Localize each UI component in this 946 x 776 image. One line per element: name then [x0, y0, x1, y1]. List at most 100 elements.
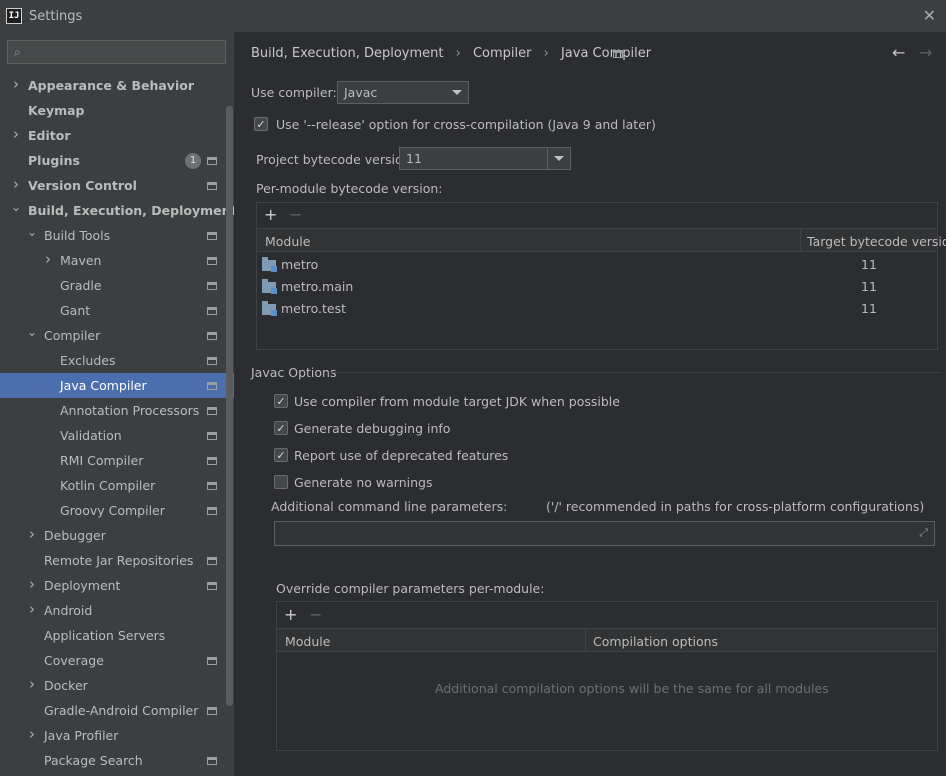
- column-header[interactable]: Module: [285, 634, 330, 649]
- sidebar-item[interactable]: ⌄ Compiler: [0, 323, 234, 348]
- sidebar-item[interactable]: Coverage: [0, 648, 234, 673]
- javac-option-checkbox[interactable]: ✓: [274, 394, 288, 408]
- column-header[interactable]: Target bytecode version: [807, 234, 946, 249]
- sidebar-item[interactable]: › Deployment: [0, 573, 234, 598]
- project-bytecode-select[interactable]: 11: [399, 147, 571, 170]
- chevron-down-icon[interactable]: ⌄: [11, 200, 21, 214]
- additional-params-label: Additional command line parameters:: [271, 499, 508, 514]
- breadcrumb: Build, Execution, Deployment › Compiler …: [251, 46, 651, 61]
- sidebar-item[interactable]: › Java Profiler: [0, 723, 234, 748]
- sidebar-item[interactable]: Java Compiler: [0, 373, 234, 398]
- search-input[interactable]: ⌕: [7, 40, 226, 64]
- breadcrumb-item[interactable]: Compiler: [473, 46, 532, 61]
- bytecode-version[interactable]: 11: [861, 301, 877, 316]
- sidebar-item[interactable]: › Debugger: [0, 523, 234, 548]
- chevron-down-icon[interactable]: ⌄: [27, 325, 37, 339]
- sidebar-item-label: Android: [44, 603, 93, 618]
- module-folder-icon: [262, 279, 277, 294]
- sidebar-item[interactable]: Gradle-Android Compiler: [0, 698, 234, 723]
- chevron-right-icon[interactable]: ›: [43, 250, 53, 268]
- project-level-icon: [207, 231, 217, 240]
- sidebar-item[interactable]: Validation: [0, 423, 234, 448]
- sidebar-item[interactable]: › Version Control: [0, 173, 234, 198]
- javac-option-checkbox[interactable]: ✓: [274, 448, 288, 462]
- sidebar-item[interactable]: › Editor: [0, 123, 234, 148]
- sidebar-item[interactable]: › Docker: [0, 673, 234, 698]
- sidebar-item-label: Gant: [60, 303, 91, 318]
- sidebar-item-label: Gradle: [60, 278, 102, 293]
- sidebar-item[interactable]: ⌄ Build, Execution, Deployment: [0, 198, 236, 223]
- release-option-label: Use '--release' option for cross-compila…: [276, 117, 656, 132]
- add-icon[interactable]: +: [284, 605, 297, 624]
- javac-option-checkbox[interactable]: [274, 475, 288, 489]
- additional-params-input[interactable]: ⤢: [274, 521, 935, 546]
- sidebar-item-label: Version Control: [28, 178, 137, 193]
- compiler-select[interactable]: Javac: [337, 81, 469, 104]
- chevron-down-icon[interactable]: ⌄: [27, 225, 37, 239]
- sidebar-item[interactable]: › Android: [0, 598, 234, 623]
- bytecode-version[interactable]: 11: [861, 279, 877, 294]
- javac-option-checkbox[interactable]: ✓: [274, 421, 288, 435]
- chevron-right-icon[interactable]: ›: [27, 575, 37, 593]
- remove-icon[interactable]: −: [289, 205, 302, 224]
- sidebar-item[interactable]: RMI Compiler: [0, 448, 234, 473]
- project-level-icon: [207, 506, 217, 515]
- sidebar-item[interactable]: Gant: [0, 298, 234, 323]
- chevron-down-icon: [452, 90, 462, 95]
- column-header[interactable]: Module: [265, 234, 310, 249]
- javac-options-title: Javac Options: [251, 365, 337, 380]
- sidebar-item-label: Application Servers: [44, 628, 166, 643]
- sidebar-item[interactable]: Annotation Processors: [0, 398, 234, 423]
- sidebar-item[interactable]: Groovy Compiler: [0, 498, 234, 523]
- sidebar-item[interactable]: › Maven: [0, 248, 234, 273]
- chevron-right-icon[interactable]: ›: [27, 600, 37, 618]
- project-level-icon: [207, 406, 217, 415]
- table-row[interactable]: metro.main 11: [257, 276, 937, 298]
- sidebar-item[interactable]: Kotlin Compiler: [0, 473, 234, 498]
- module-folder-icon: [262, 301, 277, 316]
- sidebar-item[interactable]: Remote Jar Repositories: [0, 548, 234, 573]
- breadcrumb-item[interactable]: Build, Execution, Deployment: [251, 46, 443, 61]
- project-level-icon: [207, 281, 217, 290]
- chevron-right-icon[interactable]: ›: [11, 125, 21, 143]
- project-level-icon: [207, 156, 217, 165]
- sidebar-item[interactable]: Keymap: [0, 98, 234, 123]
- chevron-right-icon[interactable]: ›: [11, 175, 21, 193]
- project-level-icon: [613, 50, 623, 58]
- project-level-icon: [207, 256, 217, 265]
- sidebar-item[interactable]: Package Search: [0, 748, 234, 773]
- sidebar-item[interactable]: ⌄ Build Tools: [0, 223, 234, 248]
- table-header: Module Compilation options: [277, 628, 937, 652]
- expand-icon[interactable]: ⤢: [919, 526, 928, 540]
- sidebar-item[interactable]: Plugins 1: [0, 148, 234, 173]
- release-option-checkbox[interactable]: ✓: [254, 117, 268, 131]
- chevron-right-icon[interactable]: ›: [27, 725, 37, 743]
- forward-arrow-icon[interactable]: →: [919, 43, 932, 62]
- override-table: + − Module Compilation options Additiona…: [276, 601, 938, 751]
- bytecode-version[interactable]: 11: [861, 257, 877, 272]
- table-row[interactable]: metro 11: [257, 254, 937, 276]
- sidebar-item-label: Kotlin Compiler: [60, 478, 156, 493]
- sidebar-item-label: Deployment: [44, 578, 121, 593]
- chevron-right-icon[interactable]: ›: [27, 675, 37, 693]
- project-level-icon: [207, 381, 217, 390]
- chevron-right-icon[interactable]: ›: [11, 75, 21, 93]
- update-count-badge: 1: [185, 152, 201, 169]
- sidebar-item[interactable]: Application Servers: [0, 623, 234, 648]
- table-row[interactable]: metro.test 11: [257, 298, 937, 320]
- project-bytecode-label: Project bytecode version:: [256, 152, 415, 167]
- add-icon[interactable]: +: [264, 205, 277, 224]
- sidebar-item-label: Appearance & Behavior: [28, 78, 194, 93]
- sidebar-item[interactable]: Gradle: [0, 273, 234, 298]
- back-arrow-icon[interactable]: ←: [892, 43, 905, 62]
- chevron-right-icon[interactable]: ›: [27, 525, 37, 543]
- sidebar-item[interactable]: Excludes: [0, 348, 234, 373]
- column-header[interactable]: Compilation options: [593, 634, 718, 649]
- sidebar-item[interactable]: › Appearance & Behavior: [0, 73, 234, 98]
- breadcrumb-item: Java Compiler: [560, 46, 652, 61]
- compiler-select-value: Javac: [344, 85, 378, 100]
- remove-icon[interactable]: −: [309, 605, 322, 624]
- sidebar-scrollbar[interactable]: [226, 106, 233, 706]
- sidebar-item-label: Groovy Compiler: [60, 503, 165, 518]
- close-icon[interactable]: ✕: [923, 6, 936, 25]
